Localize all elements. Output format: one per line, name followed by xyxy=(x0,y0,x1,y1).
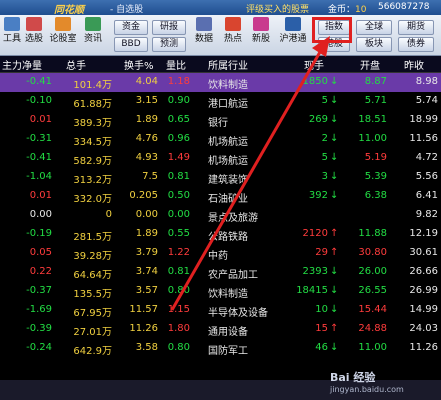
baidu-watermark: Bai 经验 jingyan.baidu.com xyxy=(330,371,404,394)
annotation-arrow xyxy=(170,36,330,311)
